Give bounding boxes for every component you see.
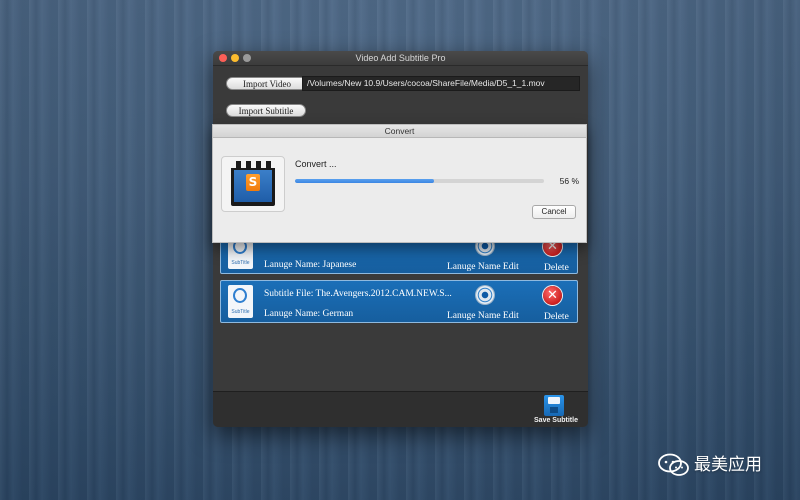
convert-dialog-title: Convert [213,125,586,138]
language-name: Lanuge Name: German [264,309,354,319]
save-subtitle-button[interactable]: Save Subtitle [531,417,581,424]
wechat-logo-icon [658,453,689,476]
video-path-field[interactable]: /Volumes/New 10.9/Users/cocoa/ShareFile/… [302,76,580,91]
floppy-disk-icon[interactable] [544,395,564,416]
clapper-stripes [231,161,275,168]
subtitle-file-caption: SubTitle [231,260,250,266]
app-badge: S [246,174,260,191]
window-title: Video Add Subtitle Pro [355,53,446,63]
title-bar: Video Add Subtitle Pro [213,51,588,66]
subtitle-file-caption: SubTitle [231,309,250,315]
progress-bar-fill [295,179,435,183]
cancel-button[interactable]: Cancel [532,205,576,219]
progress-bar [295,179,544,183]
floppy-label-strip [548,397,560,404]
language-name-edit-label[interactable]: Lanuge Name Edit [447,261,519,273]
watermark-text: 最美应用 [694,455,762,475]
language-name-edit-label[interactable]: Lanuge Name Edit [447,310,519,322]
subtitle-item[interactable]: SubTitle Subtitle File: The.Avengers.201… [220,280,578,323]
delete-icon[interactable]: ✕ [543,286,562,305]
import-subtitle-button[interactable]: Import Subtitle [226,104,306,117]
gear-icon[interactable] [476,286,494,304]
window-footer: Save Subtitle [213,391,588,427]
clapperboard-icon: S [231,161,275,206]
convert-dialog: Convert S Convert ... 56 % Cancel [212,124,587,243]
app-thumbnail: S [221,156,285,212]
delete-label[interactable]: Delete [544,311,569,323]
subtitle-file-glyph [233,288,247,303]
import-video-button[interactable]: Import Video [226,77,308,90]
delete-label[interactable]: Delete [544,262,569,274]
language-name: Lanuge Name: Japanese [264,260,357,270]
subtitle-file-icon: SubTitle [228,285,253,318]
floppy-slot [550,407,558,413]
subtitle-file-name: Subtitle File: The.Avengers.2012.CAM.NEW… [264,289,452,299]
clapper-screen: S [234,170,272,202]
progress-percent: 56 % [559,176,579,186]
convert-status-text: Convert ... [295,159,337,169]
